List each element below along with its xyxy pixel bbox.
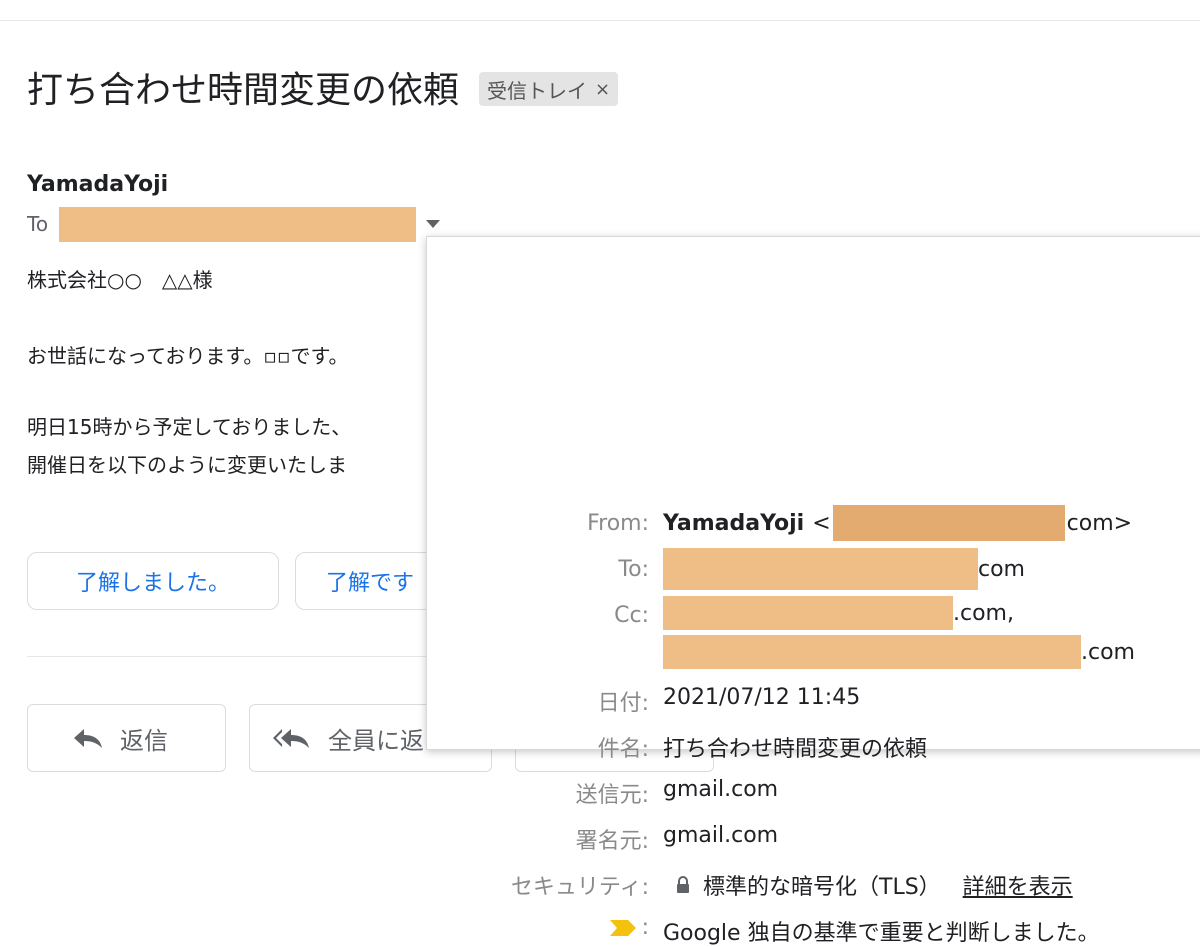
details-subject: 打ち合わせ時間変更の依頼: [663, 737, 928, 762]
smart-reply-label-1: 了解しました。: [75, 571, 230, 596]
details-date-label: 日付:: [597, 691, 649, 716]
details-from-label: From:: [587, 511, 649, 536]
details-cc-label: Cc:: [614, 603, 649, 628]
security-details-link[interactable]: 詳細を表示: [963, 869, 1073, 901]
body-line-3: 開催日を以下のように変更いたしま: [27, 453, 347, 477]
details-to-label: To:: [618, 557, 649, 582]
reply-label: 返信: [120, 726, 168, 755]
to-label: To: [27, 212, 49, 236]
reply-icon: [74, 729, 102, 748]
reply-all-label: 全員に返: [328, 726, 424, 755]
details-from-suffix: com>: [1066, 510, 1133, 536]
redacted-recipient: [59, 206, 416, 242]
details-importance: Google 独自の基準で重要と判断しました。: [663, 921, 1100, 946]
details-mailed-by-label: 送信元:: [575, 783, 649, 808]
details-from-name: YamadaYoji: [663, 510, 805, 536]
redacted-from-address: [832, 505, 1065, 541]
details-date: 2021/07/12 11:45: [663, 685, 861, 710]
body-line-1: お世話になっております。▫▫です。: [27, 344, 349, 368]
details-cc-suffix-1: .com,: [953, 600, 1014, 626]
details-mailed-by: gmail.com: [663, 777, 779, 802]
show-details-chevron-down-icon[interactable]: [426, 220, 440, 228]
recipient-row: To: [27, 206, 440, 242]
message-details-popup: From: YamadaYoji < com> To: com Cc: .com…: [426, 236, 1200, 946]
smart-reply-button-1[interactable]: 了解しました。: [27, 552, 279, 610]
smart-reply-label-2: 了解です: [326, 571, 415, 596]
redacted-to-address: [663, 548, 978, 590]
inbox-label-text: 受信トレイ: [487, 78, 588, 103]
body-line-2: 明日15時から予定しておりました、: [27, 415, 352, 439]
top-divider: [0, 20, 1200, 21]
reply-all-icon: [273, 729, 309, 748]
reply-button[interactable]: 返信: [27, 704, 226, 772]
security-text: 標準的な暗号化（TLS）: [703, 875, 941, 900]
redacted-cc-address-1: [663, 596, 953, 630]
details-cc-suffix-2: .com: [1081, 639, 1135, 665]
importance-label-colon: :: [641, 915, 649, 940]
details-from-prefix: <: [812, 510, 831, 536]
actions-divider: [27, 656, 427, 657]
details-from-value: YamadaYoji < com>: [663, 505, 1132, 541]
redacted-cc-address-2: [663, 635, 1081, 669]
inbox-label-chip[interactable]: 受信トレイ ×: [479, 72, 619, 106]
importance-marker-icon: [609, 919, 636, 936]
details-signed-by-label: 署名元:: [575, 829, 649, 854]
details-cc-value-1: .com,: [663, 596, 1014, 630]
body-greeting: 株式会社○○ △△様: [27, 268, 213, 292]
remove-label-icon[interactable]: ×: [595, 79, 610, 100]
sender-name: YamadaYoji: [27, 172, 169, 197]
details-security-value: 標準的な暗号化（TLS） 詳細を表示: [675, 869, 1073, 901]
details-cc-value-2: .com: [663, 635, 1135, 669]
details-to-suffix: com: [978, 556, 1025, 582]
lock-icon: [677, 876, 689, 893]
details-security-label: セキュリティ:: [510, 875, 649, 900]
details-signed-by: gmail.com: [663, 823, 779, 848]
details-to-value: com: [663, 548, 1025, 590]
details-subject-label: 件名:: [597, 737, 649, 762]
subject-row: 打ち合わせ時間変更の依頼 受信トレイ ×: [27, 62, 619, 112]
email-subject: 打ち合わせ時間変更の依頼: [27, 70, 460, 111]
details-importance-label: :: [608, 915, 649, 940]
